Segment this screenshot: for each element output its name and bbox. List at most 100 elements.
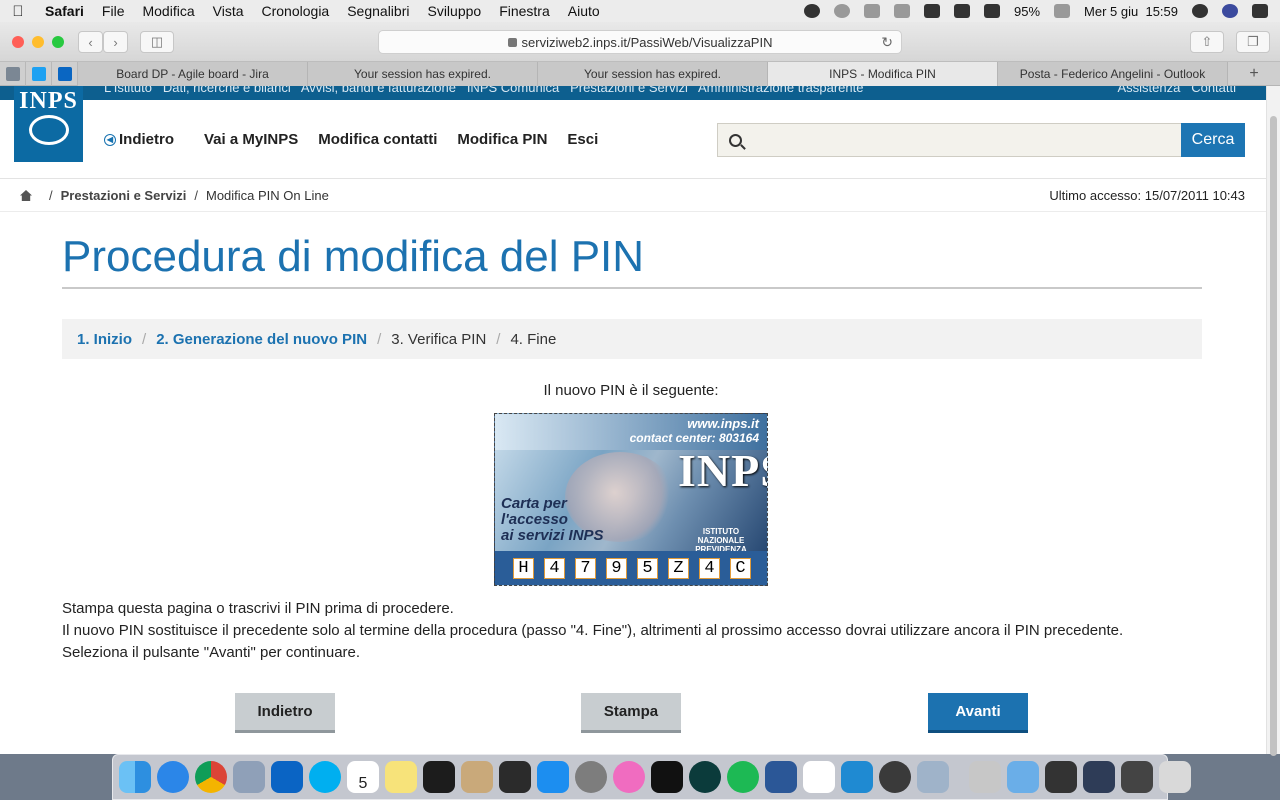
vscode-icon[interactable] [841, 761, 873, 793]
trash-icon[interactable] [1159, 761, 1191, 793]
bookmark-twitter[interactable] [26, 62, 52, 86]
nav-myinps[interactable]: Vai a MyINPS [204, 131, 298, 148]
minimize-window-button[interactable] [32, 36, 44, 48]
menu-modifica[interactable]: Modifica [133, 3, 203, 19]
inps-logo[interactable]: INPS [14, 86, 83, 162]
top-links[interactable]: L'Istituto Dati, ricerche e bilanci Avvi… [104, 86, 863, 95]
twitter-icon [31, 67, 46, 81]
share-button[interactable]: ⇧ [1190, 31, 1224, 53]
terminal-icon[interactable] [423, 761, 455, 793]
address-bar[interactable]: serviziweb2.inps.it/PassiWeb/VisualizzaP… [378, 30, 902, 54]
nav-modifica-contatti[interactable]: Modifica contatti [318, 131, 437, 148]
step-1[interactable]: 1. Inizio [77, 331, 132, 348]
card-caption-line2: l'accesso [501, 511, 568, 528]
print-button[interactable]: Stampa [581, 693, 681, 733]
close-window-button[interactable] [12, 36, 24, 48]
new-tab-button[interactable]: + [1228, 62, 1280, 85]
downloads-stack-icon[interactable] [969, 761, 1001, 793]
page-title: Procedura di modifica del PIN [62, 232, 645, 281]
reload-icon[interactable]: ↻ [881, 34, 893, 51]
menu-vista[interactable]: Vista [204, 3, 253, 19]
menu-finestra[interactable]: Finestra [490, 3, 559, 19]
web-page: L'Istituto Dati, ricerche e bilanci Avvi… [0, 86, 1266, 754]
preview-icon[interactable] [233, 761, 265, 793]
next-button[interactable]: Avanti [928, 693, 1028, 733]
outlook-icon[interactable] [271, 761, 303, 793]
activity-monitor-icon[interactable] [499, 761, 531, 793]
airplay-icon[interactable] [954, 4, 971, 18]
back-nav-button[interactable]: ‹ [78, 31, 103, 53]
itunes-icon[interactable] [613, 761, 645, 793]
back-button[interactable]: Indietro [235, 693, 335, 733]
word-icon[interactable] [765, 761, 797, 793]
macos-menubar:  Safari File Modifica Vista Cronologia … [0, 0, 1280, 22]
recent-window-3[interactable] [1121, 761, 1153, 793]
show-tabs-button[interactable]: ❐ [1236, 31, 1270, 53]
wifi-icon[interactable] [924, 4, 941, 18]
contacts-icon[interactable] [461, 761, 493, 793]
recent-window-2[interactable] [1083, 761, 1115, 793]
pin-digit: Z [668, 558, 689, 579]
slack-icon[interactable] [803, 761, 835, 793]
bluetooth-icon[interactable] [894, 4, 911, 18]
notification-center-icon[interactable] [1252, 4, 1268, 18]
breadcrumb-prestazioni[interactable]: Prestazioni e Servizi [61, 188, 187, 203]
skype-icon[interactable] [309, 761, 341, 793]
app-store-icon[interactable] [537, 761, 569, 793]
search-button[interactable]: Cerca [1181, 123, 1245, 157]
card-www: www.inps.it [687, 416, 759, 431]
tab-session-expired-1[interactable]: Your session has expired. [308, 62, 538, 86]
battery-percent[interactable]: 95% [1014, 4, 1040, 19]
menu-cronologia[interactable]: Cronologia [253, 3, 339, 19]
apple-menu-icon[interactable]:  [0, 3, 36, 20]
nav-modifica-pin[interactable]: Modifica PIN [457, 131, 547, 148]
tab-outlook[interactable]: Posta - Federico Angelini - Outlook [998, 62, 1228, 86]
intellij-icon[interactable] [651, 761, 683, 793]
gitkraken-icon[interactable] [689, 761, 721, 793]
bookmark-favicon-1[interactable] [0, 62, 26, 86]
tab-session-expired-2[interactable]: Your session has expired. [538, 62, 768, 86]
home-icon[interactable] [20, 190, 32, 201]
user-avatar-icon[interactable] [1222, 4, 1238, 18]
menubar-clock[interactable]: Mer 5 giu 15:59 [1084, 4, 1178, 19]
battery-icon[interactable] [1054, 4, 1071, 18]
divider [0, 211, 1266, 212]
menu-file[interactable]: File [93, 3, 134, 19]
tab-jira[interactable]: Board DP - Agile board - Jira [78, 62, 308, 86]
nav-back-label: Indietro [119, 131, 174, 148]
menu-sviluppo[interactable]: Sviluppo [418, 3, 490, 19]
image-capture-icon[interactable] [917, 761, 949, 793]
applications-folder-icon[interactable] [1007, 761, 1039, 793]
dashlane-icon[interactable] [834, 4, 851, 18]
safari-icon[interactable] [157, 761, 189, 793]
calendar-icon[interactable]: 5 [347, 761, 379, 793]
recent-window-1[interactable] [1045, 761, 1077, 793]
notes-icon[interactable] [385, 761, 417, 793]
menu-safari[interactable]: Safari [36, 3, 93, 19]
spotlight-icon[interactable] [1192, 4, 1208, 18]
bookmark-linkedin[interactable] [52, 62, 78, 86]
sidebar-toggle-button[interactable]: ◫ [140, 31, 174, 53]
step-2[interactable]: 2. Generazione del nuovo PIN [156, 331, 367, 348]
forward-nav-button[interactable]: › [103, 31, 128, 53]
zoom-window-button[interactable] [52, 36, 64, 48]
menu-aiuto[interactable]: Aiuto [559, 3, 609, 19]
menu-segnalibri[interactable]: Segnalibri [338, 3, 418, 19]
skype-status-icon[interactable] [804, 4, 821, 18]
spotify-icon[interactable] [727, 761, 759, 793]
volume-icon[interactable] [984, 4, 1001, 18]
nav-back[interactable]: ◀ Indietro [104, 131, 174, 148]
top-right-links[interactable]: Assistenza Contatti [1118, 86, 1237, 95]
nav-esci[interactable]: Esci [567, 131, 598, 148]
bookmark-icon [5, 67, 20, 81]
chrome-icon[interactable] [195, 761, 227, 793]
page-scrollbar[interactable] [1266, 86, 1280, 756]
system-preferences-icon[interactable] [575, 761, 607, 793]
quicktime-icon[interactable] [879, 761, 911, 793]
tab-inps-modifica-pin[interactable]: INPS - Modifica PIN [768, 62, 998, 86]
scrollbar-thumb[interactable] [1270, 116, 1277, 756]
search-input[interactable] [717, 123, 1182, 157]
pin-card: www.inps.it contact center: 803164 INPS … [494, 413, 768, 586]
screenshot-icon[interactable] [864, 4, 881, 18]
finder-icon[interactable] [119, 761, 151, 793]
